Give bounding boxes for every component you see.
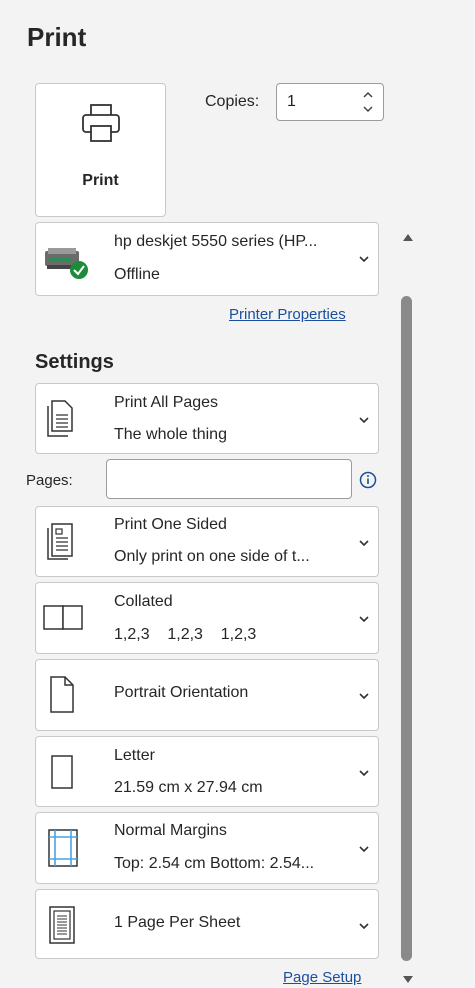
collation-label: Collated <box>114 593 173 610</box>
pages-per-sheet-icon <box>49 906 75 944</box>
page-setup-link[interactable]: Page Setup <box>283 969 361 986</box>
chevron-down-icon <box>359 540 369 547</box>
printer-status-icon <box>45 248 88 279</box>
orientation-label: Portrait Orientation <box>114 684 249 701</box>
paper-size-dropdown[interactable]: Letter 21.59 cm x 27.94 cm <box>35 736 379 807</box>
print-button-label: Print <box>82 172 119 189</box>
chevron-down-icon <box>359 256 369 263</box>
sides-description: Only print on one side of t... <box>114 548 310 565</box>
printer-dropdown[interactable]: hp deskjet 5550 series (HP... Offline <box>35 222 379 296</box>
printer-status: Offline <box>114 266 160 283</box>
orientation-dropdown[interactable]: Portrait Orientation <box>35 659 379 731</box>
scroll-down-arrow-icon[interactable] <box>402 975 414 985</box>
print-range-description: The whole thing <box>114 426 227 443</box>
info-icon[interactable] <box>359 471 377 489</box>
pages-per-sheet-label: 1 Page Per Sheet <box>114 914 241 931</box>
chevron-down-icon <box>359 923 369 930</box>
one-sided-icon <box>47 523 73 560</box>
paper-size-icon <box>51 755 73 789</box>
pages-input[interactable] <box>106 459 352 499</box>
margins-dropdown[interactable]: Normal Margins Top: 2.54 cm Bottom: 2.54… <box>35 812 379 884</box>
chevron-down-icon <box>359 770 369 777</box>
margins-label: Normal Margins <box>114 822 227 839</box>
printer-properties-link[interactable]: Printer Properties <box>229 306 346 323</box>
printer-name: hp deskjet 5550 series (HP... <box>114 233 318 250</box>
copies-input[interactable] <box>285 92 349 112</box>
portrait-icon <box>50 676 74 713</box>
scrollbar-thumb[interactable] <box>401 296 412 961</box>
copies-spinner[interactable] <box>361 88 375 116</box>
chevron-down-icon <box>359 846 369 853</box>
paper-size-label: Letter <box>114 747 155 764</box>
settings-heading: Settings <box>35 351 114 373</box>
chevron-down-icon <box>359 693 369 700</box>
margins-description: Top: 2.54 cm Bottom: 2.54... <box>114 855 315 872</box>
paper-size-description: 21.59 cm x 27.94 cm <box>114 779 263 796</box>
margins-icon <box>48 829 78 867</box>
sides-dropdown[interactable]: Print One Sided Only print on one side o… <box>35 506 379 577</box>
panel-title: Print <box>27 22 87 52</box>
print-button[interactable]: Print <box>35 83 166 217</box>
scroll-up-arrow-icon[interactable] <box>402 232 414 242</box>
chevron-down-icon <box>359 616 369 623</box>
chevron-down-icon <box>359 417 369 424</box>
pages-per-sheet-dropdown[interactable]: 1 Page Per Sheet <box>35 889 379 959</box>
pages-icon <box>47 400 73 437</box>
printer-icon <box>82 104 120 142</box>
chevron-down-icon[interactable] <box>361 102 375 116</box>
collation-dropdown[interactable]: Collated 1,2,3 1,2,3 1,2,3 <box>35 582 379 654</box>
collated-icon <box>43 605 83 630</box>
chevron-up-icon[interactable] <box>361 88 375 102</box>
print-range-dropdown[interactable]: Print All Pages The whole thing <box>35 383 379 454</box>
copies-label: Copies: <box>205 93 260 110</box>
sides-label: Print One Sided <box>114 516 227 533</box>
print-range-label: Print All Pages <box>114 394 219 411</box>
copies-stepper[interactable] <box>276 83 384 121</box>
pages-label: Pages: <box>26 472 73 489</box>
collation-description: 1,2,3 1,2,3 1,2,3 <box>114 626 257 643</box>
